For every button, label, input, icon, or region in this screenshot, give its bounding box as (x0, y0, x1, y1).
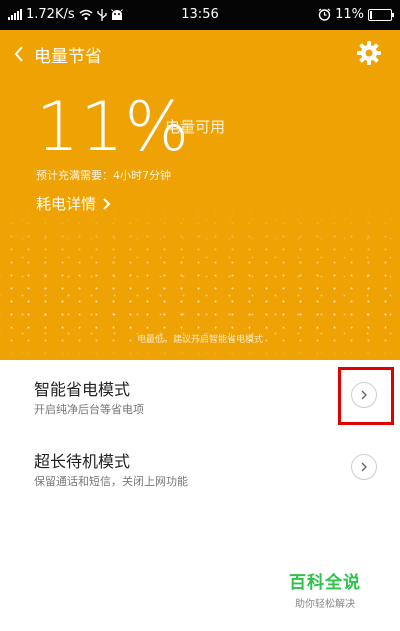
page-title: 电量节省 (34, 47, 102, 67)
battery-percent: 11% (335, 7, 364, 22)
gear-icon (357, 41, 381, 65)
chevron-left-icon (14, 46, 23, 62)
alarm-icon (318, 8, 331, 21)
list-item-subtitle: 开启纯净后台等省电项 (34, 403, 144, 416)
battery-icon (368, 8, 394, 21)
standby-mode-arrow-button[interactable] (351, 454, 377, 480)
power-usage-details-label: 耗电详情 (36, 195, 97, 213)
app-bar: 电量节省 (0, 30, 400, 80)
power-mode-list: 智能省电模式 开启纯净后台等省电项 超长待机模式 保留通话和短信，关闭上网功能 (0, 360, 400, 504)
charge-time-estimate: 预计充满需要：4小时7分钟 (36, 169, 171, 182)
list-item-subtitle: 保留通话和短信，关闭上网功能 (34, 475, 188, 488)
watermark-title: 百科全说 (289, 573, 361, 593)
power-usage-details-link[interactable]: 耗电详情 (36, 193, 112, 214)
watermark: 百科全说 助你轻松解决 (280, 568, 370, 610)
status-right: 11% (318, 7, 394, 22)
ultra-standby-mode-row[interactable]: 超长待机模式 保留通话和短信，关闭上网功能 (0, 432, 400, 504)
smart-power-saving-mode-row[interactable]: 智能省电模式 开启纯净后台等省电项 (0, 360, 400, 432)
battery-summary-panel: 电量节省 11% 电量可用 预计充满需要：4小时7分钟 耗电详情 电量低，建议开… (0, 30, 400, 360)
watermark-subtitle: 助你轻松解决 (295, 599, 355, 610)
settings-button[interactable] (356, 40, 382, 66)
list-item-title: 智能省电模式 (34, 380, 131, 399)
highlight-box (338, 367, 394, 425)
chevron-right-icon (361, 462, 367, 472)
battery-available-label: 电量可用 (165, 118, 226, 136)
status-bar: 1.72K/s 13:56 11% (0, 0, 400, 30)
back-button[interactable] (8, 42, 32, 66)
list-item-title: 超长待机模式 (34, 452, 131, 471)
low-battery-tip: 电量低，建议开启智能省电模式 (136, 335, 263, 345)
chevron-right-icon (103, 197, 111, 210)
